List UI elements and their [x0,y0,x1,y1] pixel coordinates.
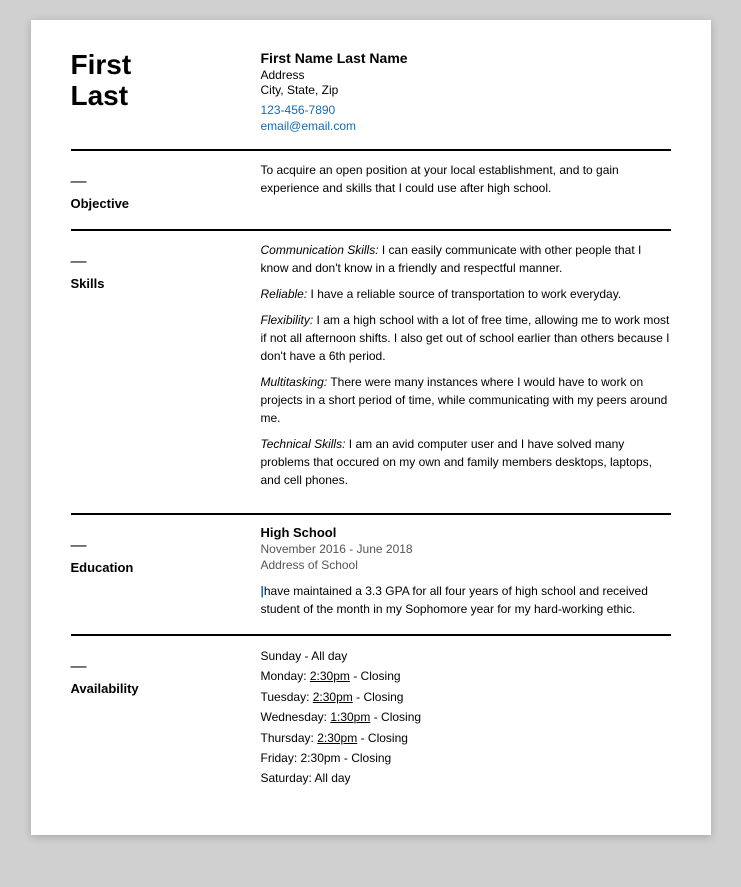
avail-wednesday: Wednesday: 1:30pm - Closing [261,707,671,727]
thursday-time: 2:30pm [317,731,357,745]
availability-content: Sunday - All day Monday: 2:30pm - Closin… [251,646,671,789]
objective-label-col: — Objective [71,161,251,213]
skills-dash: — [71,253,251,271]
full-name: First Name Last Name [261,50,671,66]
objective-label: Objective [71,196,130,211]
skill-item-flexibility: Flexibility: I am a high school with a l… [261,311,671,365]
availability-dash: — [71,658,251,676]
skill-title-reliable: Reliable: [261,287,308,301]
email-link[interactable]: email@email.com [261,119,671,133]
wednesday-time: 1:30pm [330,710,370,724]
objective-text: To acquire an open position at your loca… [261,161,671,197]
skill-body-reliable: I have a reliable source of transportati… [311,287,622,301]
name-block: First Last [71,50,251,112]
education-label-col: — Education [71,525,251,577]
avail-friday: Friday: 2:30pm - Closing [261,748,671,768]
avail-monday: Monday: 2:30pm - Closing [261,666,671,686]
name-display: First Last [71,50,251,112]
skills-label-col: — Skills [71,241,251,293]
availability-label: Availability [71,681,139,696]
objective-section: — Objective To acquire an open position … [71,151,671,231]
skills-content: Communication Skills: I can easily commu… [251,241,671,497]
skill-body-flexibility: I am a high school with a lot of free ti… [261,313,670,363]
skill-title-communication: Communication Skills: [261,243,379,257]
avail-saturday: Saturday: All day [261,768,671,788]
header-section: First Last First Name Last Name Address … [71,50,671,151]
address-line: Address [261,68,671,82]
objective-dash: — [71,173,251,191]
education-description-text: have maintained a 3.3 GPA for all four y… [261,584,648,616]
school-address: Address of School [261,558,671,572]
first-name: First [71,49,132,80]
skill-item-reliable: Reliable: I have a reliable source of tr… [261,285,671,303]
last-name: Last [71,80,129,111]
city-state-zip: City, State, Zip [261,83,671,97]
skill-item-technical: Technical Skills: I am an avid computer … [261,435,671,489]
avail-tuesday: Tuesday: 2:30pm - Closing [261,687,671,707]
skill-title-flexibility: Flexibility: [261,313,314,327]
contact-block: First Name Last Name Address City, State… [251,50,671,133]
avail-sunday: Sunday - All day [261,646,671,666]
skill-item-communication: Communication Skills: I can easily commu… [261,241,671,277]
resume-page: First Last First Name Last Name Address … [31,20,711,835]
skill-title-technical: Technical Skills: [261,437,346,451]
avail-thursday: Thursday: 2:30pm - Closing [261,728,671,748]
skills-label: Skills [71,276,105,291]
monday-time: 2:30pm [310,669,350,683]
objective-content: To acquire an open position at your loca… [251,161,671,197]
education-description: |have maintained a 3.3 GPA for all four … [261,582,671,618]
education-dash: — [71,537,251,555]
phone-link[interactable]: 123-456-7890 [261,103,671,117]
availability-label-col: — Availability [71,646,251,698]
education-section: — Education High School November 2016 - … [71,515,671,636]
education-content: High School November 2016 - June 2018 Ad… [251,525,671,618]
school-name: High School [261,525,671,540]
education-label: Education [71,560,134,575]
tuesday-time: 2:30pm [313,690,353,704]
availability-section: — Availability Sunday - All day Monday: … [71,636,671,805]
school-dates: November 2016 - June 2018 [261,542,671,556]
skills-section: — Skills Communication Skills: I can eas… [71,231,671,515]
skill-item-multitasking: Multitasking: There were many instances … [261,373,671,427]
skill-title-multitasking: Multitasking: [261,375,328,389]
